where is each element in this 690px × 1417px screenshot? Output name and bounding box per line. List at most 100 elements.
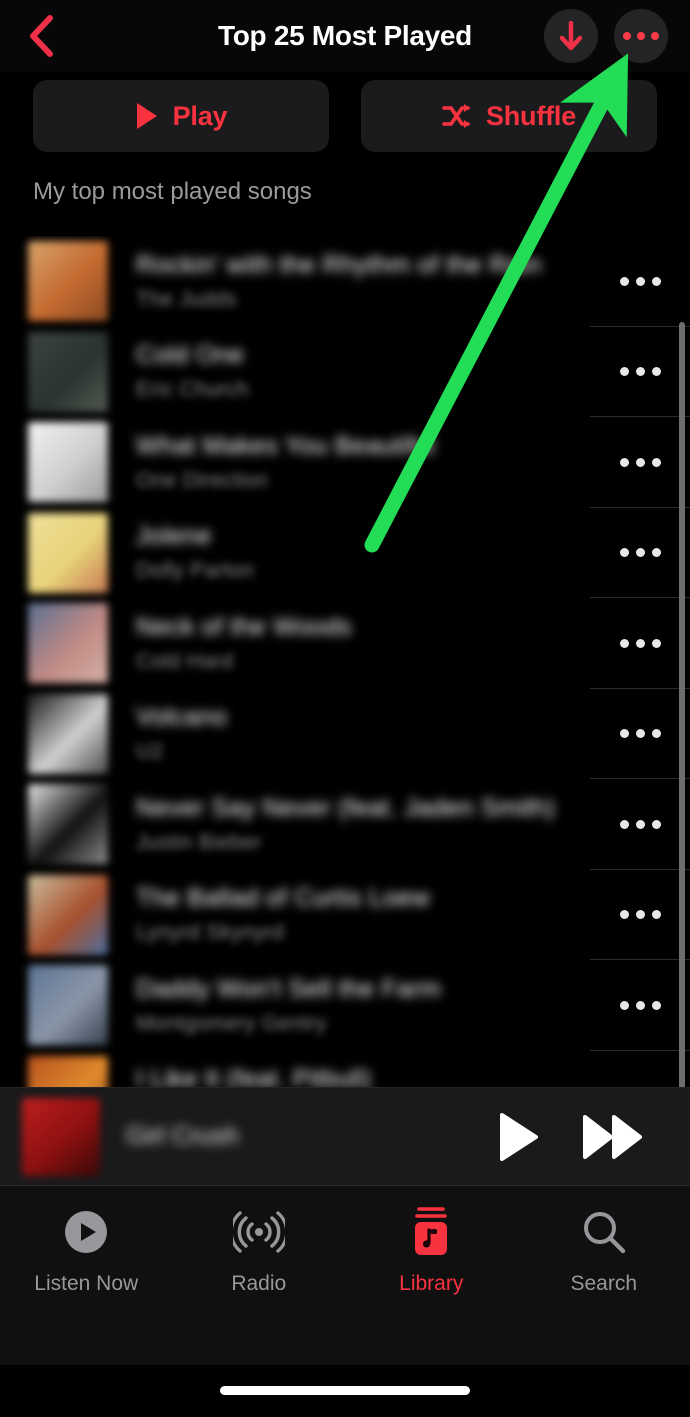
song-title: What Makes You Beautiful xyxy=(136,431,436,460)
more-options-icon xyxy=(619,819,661,829)
play-triangle-icon xyxy=(136,103,157,129)
song-meta: Rockin' with the Rhythm of the Rain The J… xyxy=(136,251,590,312)
row-more-options-button[interactable] xyxy=(590,327,690,418)
song-artist: Lynyrd Skynyrd xyxy=(136,921,285,945)
mini-player-play-button[interactable] xyxy=(498,1112,540,1161)
table-row[interactable]: Daddy Won't Sell the Farm Montgomery Gent… xyxy=(0,960,690,1051)
album-artwork xyxy=(28,965,108,1046)
shuffle-icon xyxy=(442,104,470,128)
album-artwork xyxy=(28,331,108,412)
download-button[interactable] xyxy=(544,9,598,63)
shuffle-button-label: Shuffle xyxy=(485,100,577,131)
more-options-icon xyxy=(619,548,661,558)
more-options-button[interactable] xyxy=(614,9,668,63)
download-arrow-icon xyxy=(559,21,583,51)
mini-player-meta: Girl Crush xyxy=(126,1122,498,1151)
album-artwork xyxy=(28,241,108,322)
song-artist: Cold Hard xyxy=(136,649,234,673)
song-artist: Eric Church xyxy=(136,378,249,402)
song-meta: Never Say Never (feat. Jaden Smith) Justi… xyxy=(136,794,590,855)
play-icon xyxy=(500,1112,538,1161)
song-meta: What Makes You Beautiful One Direction xyxy=(136,432,590,493)
album-artwork xyxy=(28,784,108,865)
album-artwork xyxy=(28,693,108,774)
song-title: The Ballad of Curtis Loew xyxy=(136,884,430,913)
row-more-options-button[interactable] xyxy=(590,779,690,870)
song-artist: Dolly Parton xyxy=(136,559,254,583)
mini-player-controls xyxy=(498,1112,644,1161)
row-more-options-button[interactable] xyxy=(590,960,690,1051)
more-options-icon xyxy=(623,32,659,40)
song-artist: One Direction xyxy=(136,468,269,492)
mini-player-artwork xyxy=(22,1097,100,1176)
shuffle-button[interactable]: Shuffle xyxy=(361,80,657,152)
library-icon xyxy=(408,1204,454,1260)
tab-bar: Listen Now Radio Library Search xyxy=(0,1185,690,1365)
more-options-icon xyxy=(619,729,661,739)
search-magnifier-icon xyxy=(580,1204,628,1260)
more-options-icon xyxy=(619,910,661,920)
album-artwork xyxy=(28,874,108,955)
row-more-options-button[interactable] xyxy=(590,417,690,508)
song-title: Daddy Won't Sell the Farm xyxy=(136,974,441,1003)
row-more-options-button[interactable] xyxy=(590,689,690,780)
song-title: Neck of the Woods xyxy=(136,612,352,641)
play-button-label: Play xyxy=(172,100,228,131)
table-row[interactable]: Never Say Never (feat. Jaden Smith) Justi… xyxy=(0,779,690,870)
tab-library[interactable]: Library xyxy=(345,1204,518,1296)
table-row[interactable]: Volcano U2 xyxy=(0,689,690,780)
album-artwork xyxy=(28,422,108,503)
song-title: Volcano xyxy=(136,703,228,732)
table-row[interactable]: Neck of the Woods Cold Hard xyxy=(0,598,690,689)
app-screen: Top 25 Most Played Play Shuffle My top m… xyxy=(0,0,690,1417)
table-row[interactable]: Jolene Dolly Parton xyxy=(0,508,690,599)
row-more-options-button[interactable] xyxy=(590,870,690,961)
song-title: Cold One xyxy=(136,341,245,370)
song-artist: Montgomery Gentry xyxy=(136,1011,327,1035)
table-row[interactable]: The Ballad of Curtis Loew Lynyrd Skynyrd xyxy=(0,870,690,961)
fast-forward-icon xyxy=(583,1114,642,1159)
home-indicator xyxy=(220,1386,470,1395)
listen-now-icon xyxy=(63,1204,109,1260)
song-meta: Jolene Dolly Parton xyxy=(136,522,590,583)
song-artist: The Judds xyxy=(136,287,237,311)
tab-radio[interactable]: Radio xyxy=(173,1204,346,1296)
song-artist: Justin Bieber xyxy=(136,830,262,854)
song-artist: U2 xyxy=(136,740,164,764)
song-meta: Volcano U2 xyxy=(136,703,590,764)
more-options-icon xyxy=(619,457,661,467)
table-row[interactable]: Rockin' with the Rhythm of the Rain The J… xyxy=(0,236,690,327)
navigation-bar: Top 25 Most Played xyxy=(0,0,690,72)
song-list[interactable]: Rockin' with the Rhythm of the Rain The J… xyxy=(0,236,690,1186)
tab-label: Radio xyxy=(231,1272,287,1295)
mini-player-title: Girl Crush xyxy=(126,1122,239,1150)
song-title: Jolene xyxy=(136,522,212,551)
radio-broadcast-icon xyxy=(232,1204,285,1260)
song-meta: Cold One Eric Church xyxy=(136,341,590,402)
album-artwork xyxy=(28,603,108,684)
song-title: Rockin' with the Rhythm of the Rain xyxy=(136,250,542,279)
tab-label: Search xyxy=(570,1272,638,1295)
row-more-options-button[interactable] xyxy=(590,236,690,327)
more-options-icon xyxy=(619,638,661,648)
mini-player-forward-button[interactable] xyxy=(582,1113,644,1161)
nav-actions xyxy=(544,9,668,63)
tab-search[interactable]: Search xyxy=(518,1204,690,1296)
song-meta: The Ballad of Curtis Loew Lynyrd Skynyrd xyxy=(136,884,590,945)
song-meta: Neck of the Woods Cold Hard xyxy=(136,613,590,674)
more-options-icon xyxy=(619,276,661,286)
row-more-options-button[interactable] xyxy=(590,598,690,689)
song-title: Never Say Never (feat. Jaden Smith) xyxy=(136,793,555,822)
tab-label: Listen Now xyxy=(34,1272,139,1295)
table-row[interactable]: What Makes You Beautiful One Direction xyxy=(0,417,690,508)
play-button[interactable]: Play xyxy=(33,80,329,152)
tab-listen-now[interactable]: Listen Now xyxy=(0,1204,173,1296)
scrollbar[interactable] xyxy=(679,322,685,1184)
table-row[interactable]: Cold One Eric Church xyxy=(0,327,690,418)
row-more-options-button[interactable] xyxy=(590,508,690,599)
playback-actions: Play Shuffle xyxy=(0,80,690,152)
album-artwork xyxy=(28,512,108,593)
more-options-icon xyxy=(619,367,661,377)
mini-player[interactable]: Girl Crush xyxy=(0,1087,690,1185)
tab-label: Library xyxy=(399,1272,464,1295)
